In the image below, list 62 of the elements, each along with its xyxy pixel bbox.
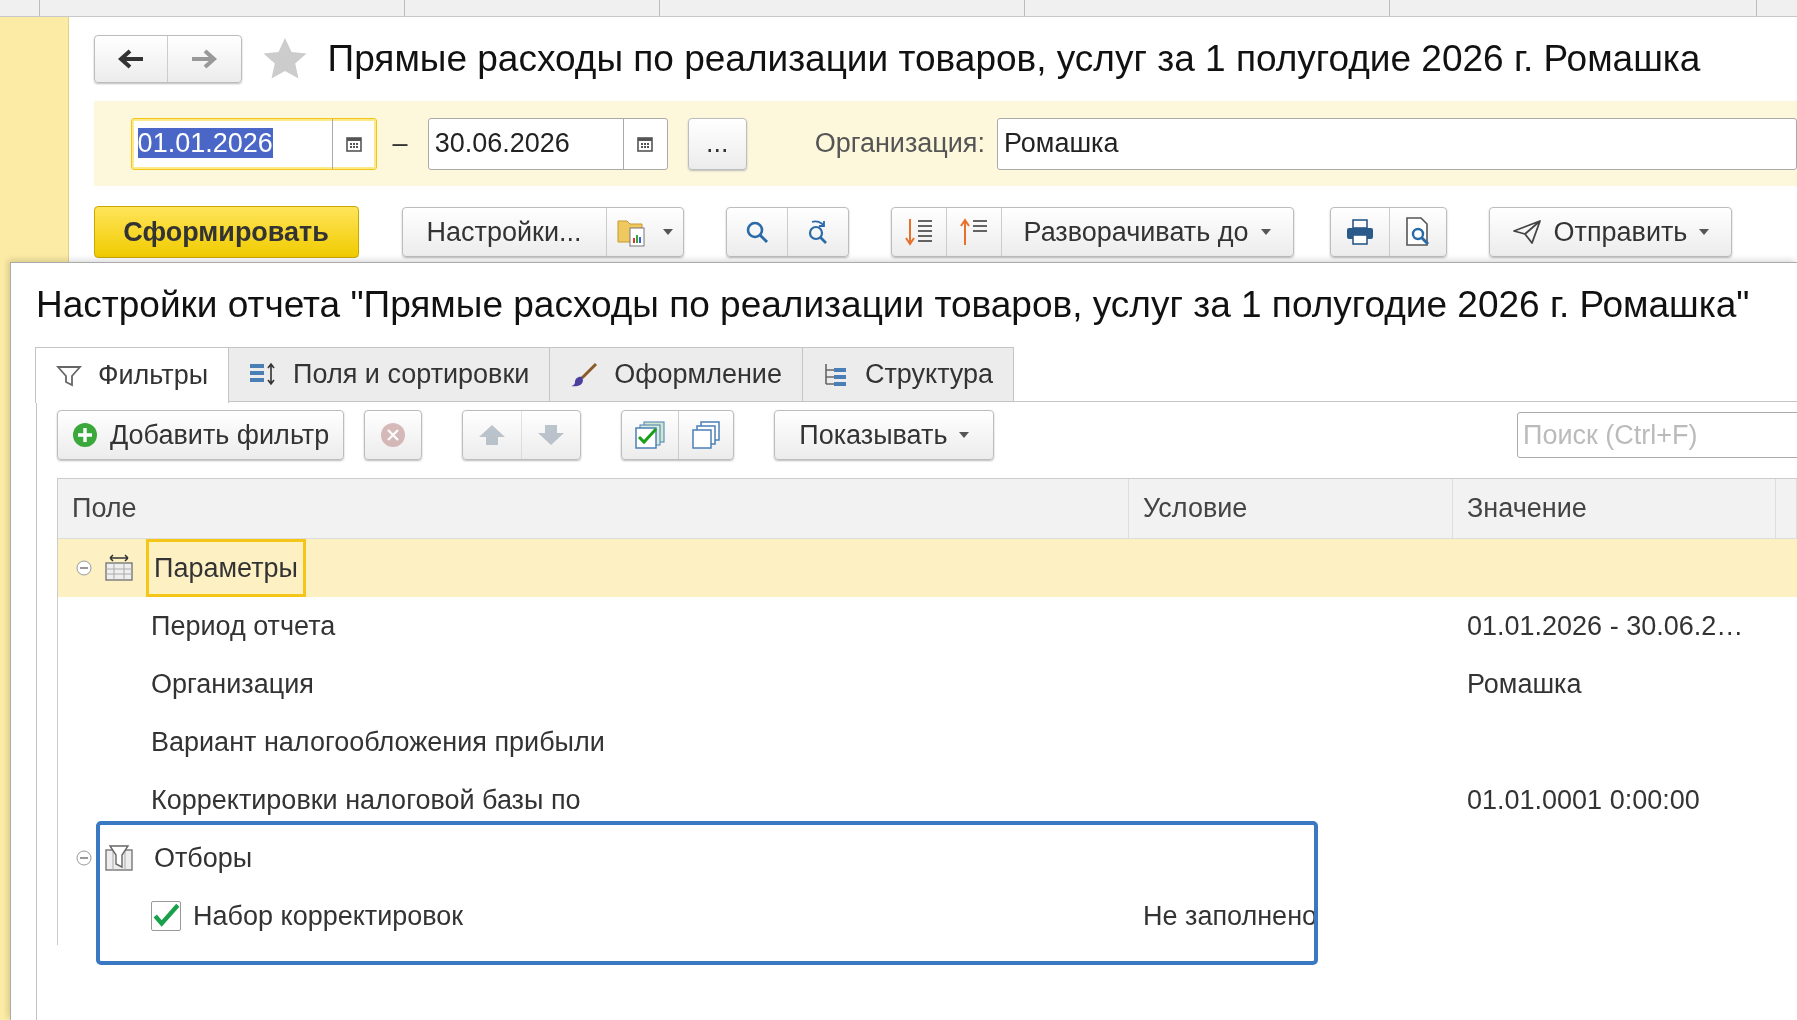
- add-filter-button[interactable]: Добавить фильтр: [57, 410, 345, 460]
- plus-circle-icon: [72, 422, 98, 448]
- parameter-value: Ромашка: [1466, 668, 1582, 699]
- columns-sort-icon: [249, 361, 278, 388]
- settings-tab[interactable]: Оформление: [549, 347, 803, 402]
- column-header[interactable]: Поле: [58, 479, 1129, 538]
- date-to-field[interactable]: 30.06.2026: [427, 117, 668, 170]
- date-separator: –: [392, 128, 408, 159]
- group-row[interactable]: Параметры: [58, 539, 1797, 597]
- report-title: Прямые расходы по реализации товаров, услуг за 1 полугодие 2026 г. Ромашка: [327, 38, 1701, 80]
- column-header[interactable]: Условие: [1129, 479, 1453, 538]
- period-button[interactable]: ...: [687, 117, 747, 170]
- parameter-value: 01.01.2026 - 30.06.2…: [1466, 610, 1744, 641]
- check-all-icon: [634, 420, 667, 450]
- search-field[interactable]: Поиск (Ctrl+F): [1517, 412, 1797, 458]
- generate-button[interactable]: Сформировать: [93, 206, 359, 258]
- collapse-icon[interactable]: [76, 850, 92, 866]
- filter-table-icon: [104, 844, 134, 872]
- brush-icon: [570, 361, 599, 388]
- printer-icon: [1344, 218, 1375, 246]
- column-header[interactable]: Значение: [1453, 479, 1776, 538]
- field-name: Организация: [151, 668, 314, 700]
- navigation-buttons[interactable]: [93, 35, 242, 83]
- organization-label: Организация:: [814, 128, 985, 159]
- dialog-title: Настройки отчета "Прямые расходы по реализации товаров, услуг за 1 полугодие 2026 г. Ромашка": [36, 283, 1751, 327]
- collapse-icon[interactable]: [76, 560, 92, 576]
- caret-icon: [662, 229, 673, 235]
- copy-squares-icon: [691, 420, 722, 450]
- field-name: Корректировки налоговой базы по: [151, 784, 581, 816]
- settings-tab[interactable]: Фильтры: [35, 347, 230, 403]
- caret-icon: [1699, 229, 1710, 235]
- condition-value: Не заполнено: [1142, 900, 1318, 931]
- group-row[interactable]: Отборы: [58, 829, 1797, 887]
- organization-field[interactable]: Ромашка: [997, 117, 1797, 170]
- search-icon: [744, 220, 769, 244]
- structure-icon: [822, 361, 849, 388]
- filter-icon: [56, 363, 82, 388]
- preview-icon: [1403, 217, 1432, 247]
- field-name: Вариант налогообложения прибыли: [151, 726, 605, 758]
- settings-tab[interactable]: Поля и сортировки: [228, 347, 551, 402]
- settings-tab[interactable]: Структура: [801, 347, 1015, 402]
- star-icon[interactable]: [261, 37, 308, 81]
- parameters-icon: [104, 554, 134, 582]
- delete-icon: [379, 421, 408, 449]
- back-arrow-icon: [117, 49, 144, 69]
- field-name: Набор корректировок: [193, 900, 464, 932]
- checkbox[interactable]: [151, 901, 181, 931]
- sort-descending-icon: [903, 217, 934, 247]
- paper-plane-icon: [1511, 219, 1542, 245]
- show-button[interactable]: Показывать: [774, 410, 995, 460]
- sort-ascending-icon: [958, 217, 989, 247]
- forward-arrow-icon: [191, 49, 218, 69]
- date-from-field[interactable]: 01.01.2026: [130, 117, 377, 170]
- group-label: Отборы: [153, 841, 254, 875]
- caret-icon: [959, 432, 970, 438]
- parameter-value: 01.01.0001 0:00:00: [1466, 784, 1700, 815]
- field-name: Период отчета: [151, 610, 336, 642]
- calendar-icon: [345, 134, 364, 153]
- group-label: Параметры: [146, 539, 306, 597]
- caret-icon: [1260, 229, 1271, 235]
- send-button[interactable]: Отправить: [1488, 207, 1733, 257]
- calendar-icon: [636, 134, 655, 153]
